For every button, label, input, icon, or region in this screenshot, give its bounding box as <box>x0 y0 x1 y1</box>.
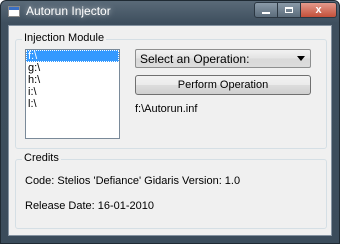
app-window-icon[interactable] <box>8 6 20 17</box>
operation-select[interactable]: Select an Operation: <box>135 49 311 68</box>
window-title: Autorun Injector <box>26 4 111 18</box>
code-credit: Code: Stelios 'Defiance' Gidaris <box>25 175 179 187</box>
minimize-icon <box>262 11 270 14</box>
operation-select-value: Select an Operation: <box>140 52 250 66</box>
app-window: Autorun Injector x Injection Module f:\ … <box>0 0 340 244</box>
injection-module-label: Injection Module <box>22 32 107 44</box>
list-item[interactable]: h:\ <box>26 74 119 86</box>
chevron-down-icon <box>297 56 305 61</box>
title-bar[interactable]: Autorun Injector x <box>1 1 339 23</box>
list-item[interactable]: i:\ <box>26 86 119 98</box>
close-icon: x <box>315 3 322 16</box>
close-button[interactable]: x <box>300 2 337 18</box>
credits-group: Credits Code: Stelios 'Defiance' Gidaris… <box>15 152 327 229</box>
minimize-button[interactable] <box>254 2 278 18</box>
target-path-label: f:\Autorun.inf <box>135 103 198 115</box>
list-item[interactable]: g:\ <box>26 62 119 74</box>
client-area: Injection Module f:\ g:\ h:\ i:\ l:\ Sel… <box>8 25 332 236</box>
release-date-label: Release Date: 16-01-2010 <box>25 200 155 212</box>
perform-operation-button[interactable]: Perform Operation <box>135 75 311 95</box>
list-item[interactable]: l:\ <box>26 98 119 110</box>
version-label: Version: 1.0 <box>182 175 241 187</box>
credits-label: Credits <box>22 152 61 164</box>
drive-listbox[interactable]: f:\ g:\ h:\ i:\ l:\ <box>25 49 120 139</box>
maximize-button[interactable] <box>277 2 301 18</box>
list-item[interactable]: f:\ <box>26 50 119 62</box>
injection-module-group: Injection Module f:\ g:\ h:\ i:\ l:\ Sel… <box>15 32 327 149</box>
maximize-icon <box>285 7 293 13</box>
